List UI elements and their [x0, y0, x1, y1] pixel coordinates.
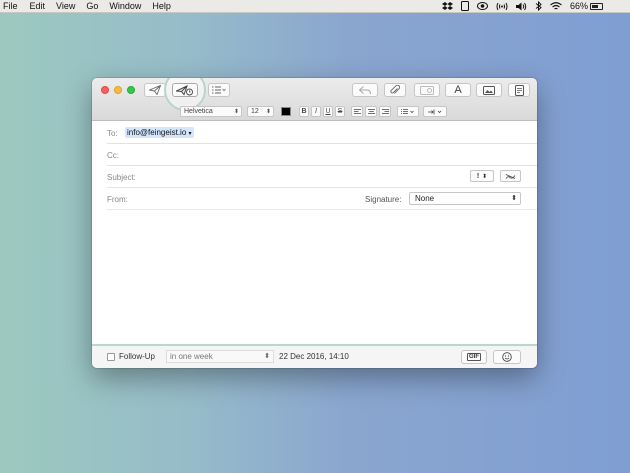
header-options-button[interactable] — [208, 83, 230, 97]
footer-bar: Follow-Up in one week ⬍ 22 Dec 2016, 14:… — [92, 344, 537, 368]
font-size-value: 12 — [251, 108, 259, 115]
reply-arrow-icon — [359, 85, 371, 95]
text-color-swatch[interactable] — [281, 107, 291, 116]
markup-icon — [420, 85, 434, 95]
italic-button[interactable]: I — [311, 106, 321, 117]
volume-icon[interactable] — [515, 2, 527, 11]
align-center-icon — [367, 108, 375, 115]
menu-edit[interactable]: Edit — [30, 1, 46, 11]
dropbox-icon[interactable] — [441, 1, 453, 11]
minimize-window-button[interactable] — [114, 86, 122, 94]
chevron-updown-icon: ⬍ — [511, 195, 517, 202]
follow-up-date: 22 Dec 2016, 14:10 — [279, 352, 349, 361]
photo-browser-icon — [483, 85, 495, 95]
stationery-button[interactable] — [508, 83, 530, 97]
align-left-button[interactable] — [351, 106, 363, 117]
smiley-icon — [502, 352, 512, 362]
message-body[interactable] — [92, 211, 537, 344]
from-field: From: Signature: None ⬍ — [107, 188, 537, 210]
chevron-down-icon: ▾ — [188, 131, 192, 137]
cc-field[interactable]: Cc: — [107, 144, 537, 166]
emoji-button[interactable] — [493, 350, 521, 364]
bulleted-list-icon — [401, 108, 415, 115]
chevron-updown-icon: ⬍ — [233, 109, 239, 115]
attach-button[interactable] — [384, 83, 406, 97]
follow-up-interval-select[interactable]: in one week ⬍ — [166, 350, 274, 363]
font-size-select[interactable]: 12 ⬍ — [247, 106, 274, 117]
to-label: To: — [107, 129, 118, 138]
markup-button[interactable] — [414, 83, 440, 97]
align-right-button[interactable] — [379, 106, 391, 117]
indent-icon — [427, 109, 443, 115]
bluetooth-icon[interactable] — [535, 1, 542, 11]
send-button[interactable] — [144, 83, 166, 97]
font-family-value: Helvetica — [184, 108, 213, 115]
from-label: From: — [107, 195, 128, 204]
paper-plane-icon — [149, 85, 161, 95]
subject-field[interactable]: Subject: ! ⬍ — [107, 166, 537, 188]
signature-pen-icon — [505, 173, 516, 180]
paperclip-icon — [390, 84, 400, 96]
document-icon[interactable] — [460, 1, 469, 11]
signature-select[interactable]: None ⬍ — [409, 192, 521, 205]
align-center-button[interactable] — [365, 106, 377, 117]
send-later-button[interactable] — [172, 83, 198, 97]
photo-browser-button[interactable] — [476, 83, 502, 97]
underline-button[interactable]: U — [323, 106, 333, 117]
gif-button[interactable]: GIF — [461, 350, 487, 364]
menu-items: File Edit View Go Window Help — [0, 1, 179, 11]
font-family-select[interactable]: Helvetica ⬍ — [180, 106, 242, 117]
format-bar: Helvetica ⬍ 12 ⬍ B I U S — [92, 106, 537, 119]
toolbar: A Helvetica ⬍ 12 ⬍ B I U S — [92, 78, 537, 121]
menu-help[interactable]: Help — [152, 1, 171, 11]
broadcast-icon[interactable] — [496, 2, 508, 11]
to-field[interactable]: To: info@feingeist.io ▾ — [107, 122, 537, 144]
menu-view[interactable]: View — [56, 1, 75, 11]
follow-up-label: Follow-Up — [119, 352, 156, 361]
reply-button[interactable] — [352, 83, 378, 97]
chevron-updown-icon: ⬍ — [264, 353, 270, 360]
cc-label: Cc: — [107, 151, 119, 160]
status-area: 66% — [434, 0, 630, 12]
follow-up-interval-value: in one week — [170, 352, 213, 361]
zoom-window-button[interactable] — [127, 86, 135, 94]
close-window-button[interactable] — [101, 86, 109, 94]
eye-icon[interactable] — [476, 2, 488, 10]
chevron-updown-icon: ⬍ — [265, 109, 271, 115]
battery-icon[interactable] — [590, 2, 603, 10]
format-button[interactable]: A — [445, 83, 471, 97]
compose-window: A Helvetica ⬍ 12 ⬍ B I U S To: info@fein… — [92, 78, 537, 368]
stationery-icon — [514, 84, 524, 96]
priority-select[interactable]: ! ⬍ — [470, 170, 494, 182]
menu-window[interactable]: Window — [109, 1, 141, 11]
sign-message-button[interactable] — [500, 170, 521, 182]
list-options-icon — [212, 86, 226, 94]
recipient-address: info@feingeist.io — [127, 128, 187, 137]
signature-label: Signature: — [365, 195, 402, 204]
strikethrough-button[interactable]: S — [335, 106, 345, 117]
paper-plane-clock-icon — [176, 84, 194, 96]
recipient-token[interactable]: info@feingeist.io ▾ — [125, 127, 194, 138]
priority-value: ! — [476, 172, 480, 180]
letter-a-icon: A — [454, 84, 462, 96]
indent-button[interactable] — [423, 106, 447, 117]
menu-file[interactable]: File — [3, 1, 18, 11]
follow-up-checkbox[interactable] — [107, 353, 115, 361]
wifi-icon[interactable] — [550, 1, 562, 11]
align-right-icon — [381, 108, 389, 115]
signature-value: None — [415, 194, 435, 203]
menu-bar: File Edit View Go Window Help 66% — [0, 0, 630, 13]
list-style-button[interactable] — [397, 106, 419, 117]
chevron-updown-icon: ⬍ — [482, 173, 488, 180]
battery-percent: 66% — [569, 1, 588, 11]
window-controls — [101, 86, 140, 94]
subject-label: Subject: — [107, 173, 136, 182]
gif-icon: GIF — [467, 353, 481, 361]
align-left-icon — [353, 108, 361, 115]
menu-go[interactable]: Go — [86, 1, 98, 11]
bold-button[interactable]: B — [299, 106, 309, 117]
